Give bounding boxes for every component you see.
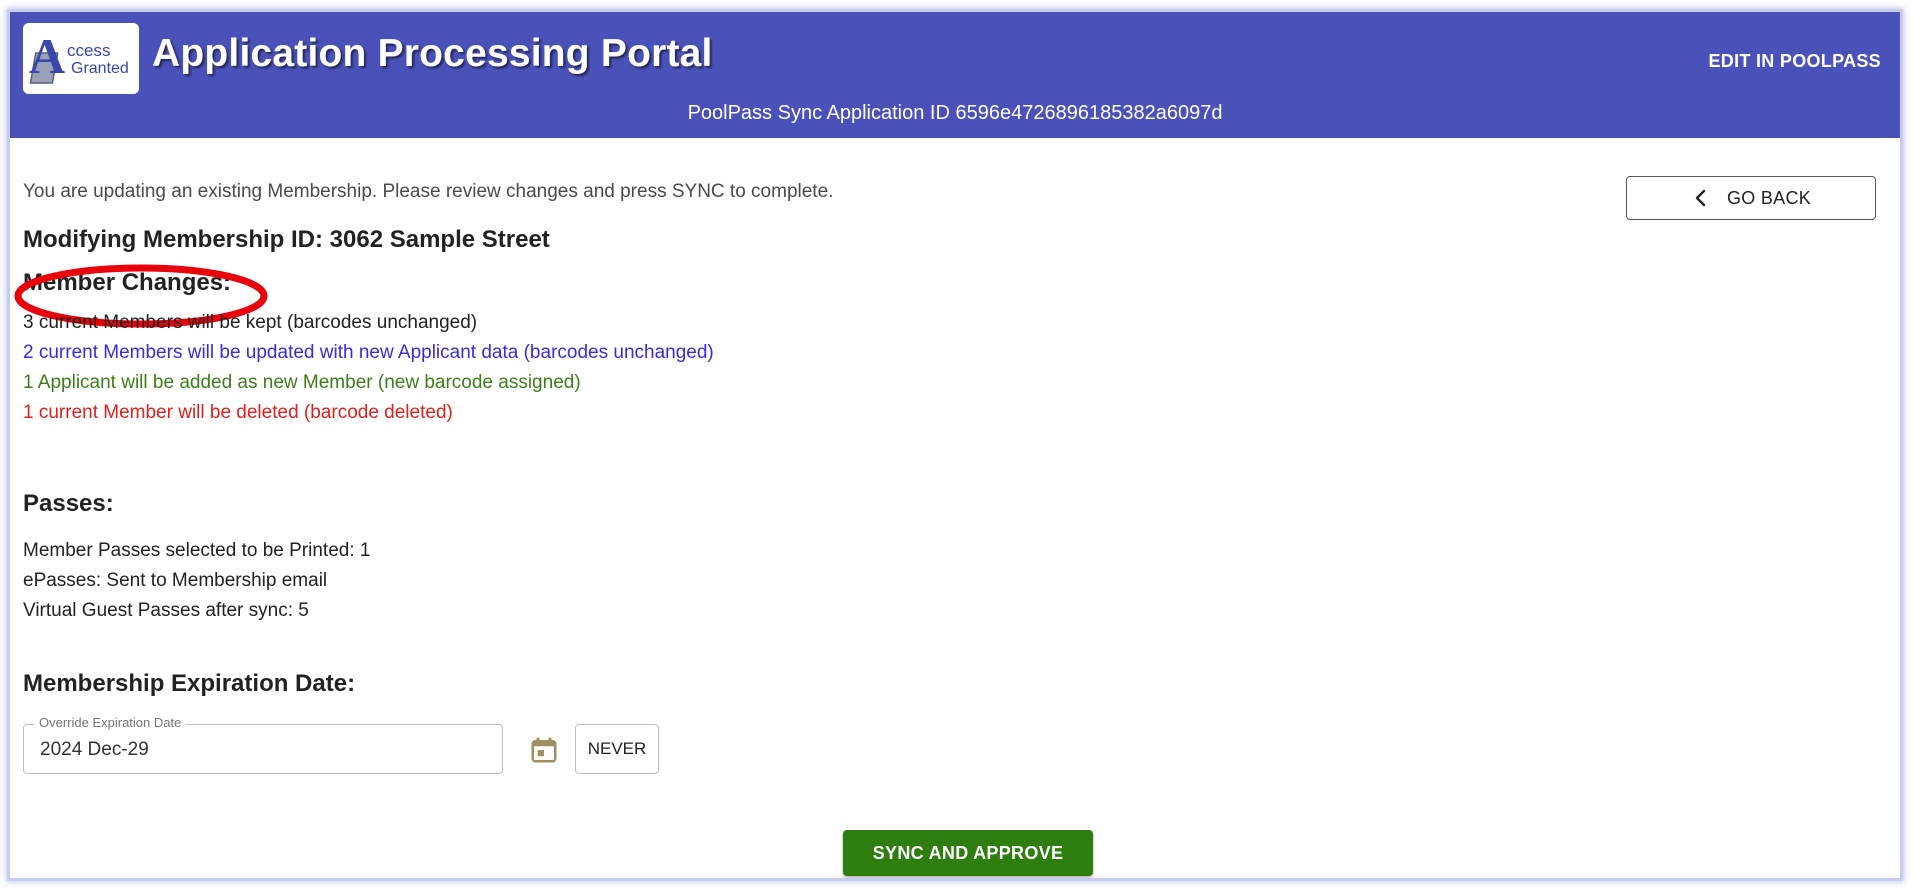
app-header: A ccess Granted Application Processing P…	[10, 12, 1900, 138]
go-back-button[interactable]: GO BACK	[1626, 176, 1876, 220]
epasses-line: ePasses: Sent to Membership email	[23, 570, 328, 591]
members-updated-line: 2 current Members will be updated with n…	[23, 342, 714, 363]
sync-and-approve-button[interactable]: SYNC AND APPROVE	[843, 830, 1093, 876]
access-granted-logo: A ccess Granted	[23, 23, 139, 94]
never-button[interactable]: NEVER	[575, 724, 659, 774]
logo-graphic: A ccess Granted	[23, 23, 139, 94]
members-kept-line: 3 current Members will be kept (barcodes…	[23, 312, 478, 333]
calendar-icon[interactable]	[529, 735, 559, 765]
passes-heading: Passes:	[23, 490, 114, 517]
member-deleted-line: 1 current Member will be deleted (barcod…	[23, 402, 453, 423]
passes-printed-line: Member Passes selected to be Printed: 1	[23, 540, 371, 561]
logo-text-line2: Granted	[71, 60, 129, 77]
member-changes-heading: Member Changes:	[23, 269, 232, 296]
override-expiration-date-field[interactable]: Override Expiration Date 2024 Dec-29	[23, 715, 503, 774]
virtual-guest-passes-line: Virtual Guest Passes after sync: 5	[23, 600, 309, 621]
logo-text-line1: ccess	[67, 41, 110, 60]
logo-letter: A	[29, 28, 65, 84]
modifying-membership-title: Modifying Membership ID: 3062 Sample Str…	[23, 226, 550, 253]
go-back-label: GO BACK	[1726, 187, 1812, 208]
applicant-added-line: 1 Applicant will be added as new Member …	[23, 372, 581, 393]
intro-text: You are updating an existing Membership.…	[23, 181, 834, 202]
app-window: A ccess Granted Application Processing P…	[10, 12, 1900, 878]
expiration-heading: Membership Expiration Date:	[23, 670, 356, 697]
override-expiration-date-value: 2024 Dec-29	[40, 739, 149, 760]
edit-in-poolpass-link[interactable]: EDIT IN POOLPASS	[1709, 51, 1882, 72]
app-title: Application Processing Portal	[152, 32, 713, 75]
chevron-left-icon	[1695, 189, 1706, 207]
override-expiration-date-label: Override Expiration Date	[34, 715, 187, 730]
sync-application-id: PoolPass Sync Application ID 6596e472689…	[687, 102, 1223, 124]
